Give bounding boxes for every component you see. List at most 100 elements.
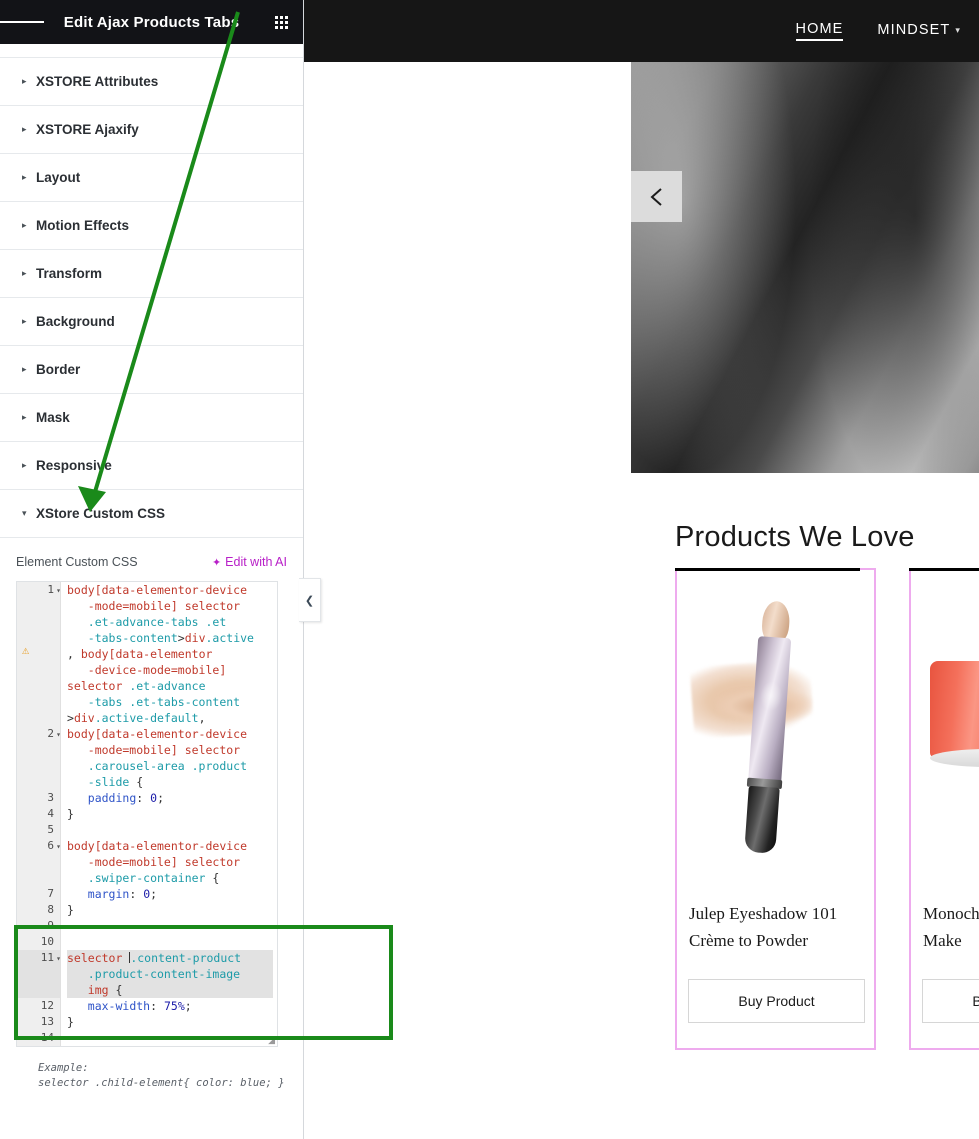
- chevron-down-icon: ▾: [955, 24, 961, 35]
- product-title: Monochromatic Use Make: [923, 904, 979, 950]
- preview-topbar: HOME MINDSET ▾: [303, 0, 979, 62]
- sidebar-item-mask[interactable]: ▸ Mask: [0, 394, 303, 442]
- line-number: [17, 758, 60, 774]
- edit-with-ai-label: Edit with AI: [225, 555, 287, 569]
- nav-item-mindset[interactable]: MINDSET ▾: [877, 22, 961, 40]
- example-label: Example:: [38, 1062, 89, 1074]
- buy-product-button[interactable]: Buy Product: [688, 979, 865, 1023]
- line-number: 5: [47, 823, 54, 836]
- line-number: [17, 966, 60, 982]
- chevron-right-icon: ▸: [22, 268, 27, 278]
- product-image: [921, 584, 979, 872]
- sidebar-item-label: XSTORE Ajaxify: [36, 122, 139, 137]
- buy-product-button[interactable]: Buy Product: [922, 979, 979, 1023]
- chevron-right-icon: ▸: [22, 220, 27, 230]
- sidebar-item-label: Responsive: [36, 458, 112, 473]
- line-number: 8: [47, 903, 54, 916]
- line-number: [17, 678, 60, 694]
- sidebar-item-label: Background: [36, 314, 115, 329]
- panel-header: Edit Ajax Products Tabs: [0, 0, 303, 44]
- line-number: [17, 742, 60, 758]
- nav-item-home[interactable]: HOME: [795, 21, 844, 41]
- edit-with-ai-button[interactable]: ✦ Edit with AI: [212, 555, 287, 569]
- editor-resize-grip[interactable]: ◢: [265, 1035, 275, 1045]
- sidebar-item-transform[interactable]: ▸ Transform: [0, 250, 303, 298]
- line-number: 10: [40, 935, 54, 948]
- sidebar-item-label: XSTORE Attributes: [36, 74, 159, 89]
- site-preview: HOME MINDSET ▾ Products We Love Julep Ey…: [303, 0, 979, 1139]
- example-code: selector .child-element{ color: blue; }: [38, 1077, 285, 1089]
- sidebar-item-label: Transform: [36, 266, 103, 281]
- chevron-right-icon: ▸: [22, 76, 27, 86]
- panel-sections: ▸ XSTORE Attributes ▸ XSTORE Ajaxify ▸ L…: [0, 44, 303, 1091]
- line-number: [17, 694, 60, 710]
- custom-css-example: Example: selector .child-element{ color: …: [38, 1061, 287, 1091]
- line-number: 14: [40, 1031, 54, 1044]
- elementor-editor-panel: Edit Ajax Products Tabs ▸ XSTORE Attribu…: [0, 0, 304, 1139]
- css-code-editor[interactable]: ⚠ 1 ▾ 2 ▾ 3 4 5 6 ▾ 7 8 9 10 11 ▾ 12 13 …: [16, 581, 278, 1047]
- line-number: 13: [40, 1015, 54, 1028]
- custom-css-control: Element Custom CSS ✦ Edit with AI ⚠ 1▾: [0, 538, 303, 1091]
- line-number: 1 ▾: [17, 582, 61, 598]
- grid-icon[interactable]: [259, 15, 303, 29]
- sidebar-item-xstore-attributes[interactable]: ▸ XSTORE Attributes: [0, 58, 303, 106]
- nav-item-label: MINDSET: [877, 22, 951, 38]
- line-number: [17, 982, 60, 998]
- fold-arrow-icon: ▾: [56, 586, 61, 595]
- chevron-right-icon: ▸: [22, 460, 27, 470]
- sidebar-item-label: Border: [36, 362, 81, 377]
- nav-item-label: HOME: [795, 21, 844, 37]
- chevron-left-icon: ❮: [304, 594, 315, 607]
- chevron-down-icon: ▾: [22, 508, 27, 518]
- line-number: [17, 646, 60, 662]
- products-carousel: Julep Eyeshadow 101 Crème to Powder Buy …: [675, 568, 979, 1050]
- sidebar-item-xstore-custom-css[interactable]: ▾ XStore Custom CSS: [0, 490, 303, 538]
- line-number: [17, 662, 60, 678]
- custom-css-field-label: Element Custom CSS: [16, 555, 138, 569]
- line-number: 6 ▾: [17, 838, 61, 854]
- editor-gutter: ⚠ 1 ▾ 2 ▾ 3 4 5 6 ▾ 7 8 9 10 11 ▾ 12 13 …: [17, 582, 61, 1046]
- line-number: [17, 598, 60, 614]
- sidebar-item-background[interactable]: ▸ Background: [0, 298, 303, 346]
- sidebar-item-responsive[interactable]: ▸ Responsive: [0, 442, 303, 490]
- custom-css-header: Element Custom CSS ✦ Edit with AI: [16, 552, 287, 572]
- carousel-prev-button[interactable]: [631, 171, 682, 222]
- accordion-row-partial[interactable]: [0, 44, 303, 58]
- line-number: 11 ▾: [17, 950, 61, 966]
- chevron-left-icon: [649, 187, 662, 206]
- line-number: [17, 854, 60, 870]
- chevron-right-icon: ▸: [22, 364, 27, 374]
- sidebar-item-motion-effects[interactable]: ▸ Motion Effects: [0, 202, 303, 250]
- line-number: [17, 710, 60, 726]
- sidebar-item-label: Motion Effects: [36, 218, 129, 233]
- hamburger-icon[interactable]: [0, 19, 45, 26]
- line-number: [17, 870, 60, 886]
- line-number: 12: [40, 999, 54, 1012]
- sidebar-item-label: XStore Custom CSS: [36, 506, 166, 521]
- chevron-right-icon: ▸: [22, 412, 27, 422]
- preview-nav: HOME MINDSET ▾: [795, 0, 961, 62]
- panel-title: Edit Ajax Products Tabs: [63, 13, 240, 31]
- sparkle-icon: ✦: [211, 556, 222, 569]
- line-number: 2 ▾: [17, 726, 61, 742]
- hero-image: [631, 62, 979, 473]
- product-card[interactable]: Monochromatic Use Make Buy Product: [909, 568, 979, 1050]
- line-number: [17, 774, 60, 790]
- line-number: 4: [47, 807, 54, 820]
- sidebar-item-layout[interactable]: ▸ Layout: [0, 154, 303, 202]
- fold-arrow-icon: ▾: [56, 842, 61, 851]
- sidebar-item-border[interactable]: ▸ Border: [0, 346, 303, 394]
- chevron-right-icon: ▸: [22, 124, 27, 134]
- line-number: 3: [47, 791, 54, 804]
- editor-code-area[interactable]: body[data-elementor-device -mode=mobile]…: [61, 582, 277, 1046]
- line-number: 7: [47, 887, 54, 900]
- chevron-right-icon: ▸: [22, 316, 27, 326]
- page-title: Products We Love: [675, 521, 915, 553]
- panel-collapse-handle[interactable]: ❮: [299, 578, 321, 622]
- sidebar-item-xstore-ajaxify[interactable]: ▸ XSTORE Ajaxify: [0, 106, 303, 154]
- product-card[interactable]: Julep Eyeshadow 101 Crème to Powder Buy …: [675, 568, 876, 1050]
- fold-arrow-icon: ▾: [56, 730, 61, 739]
- screen-root: HOME MINDSET ▾ Products We Love Julep Ey…: [0, 0, 979, 1139]
- chevron-right-icon: ▸: [22, 172, 27, 182]
- sidebar-item-label: Mask: [36, 410, 70, 425]
